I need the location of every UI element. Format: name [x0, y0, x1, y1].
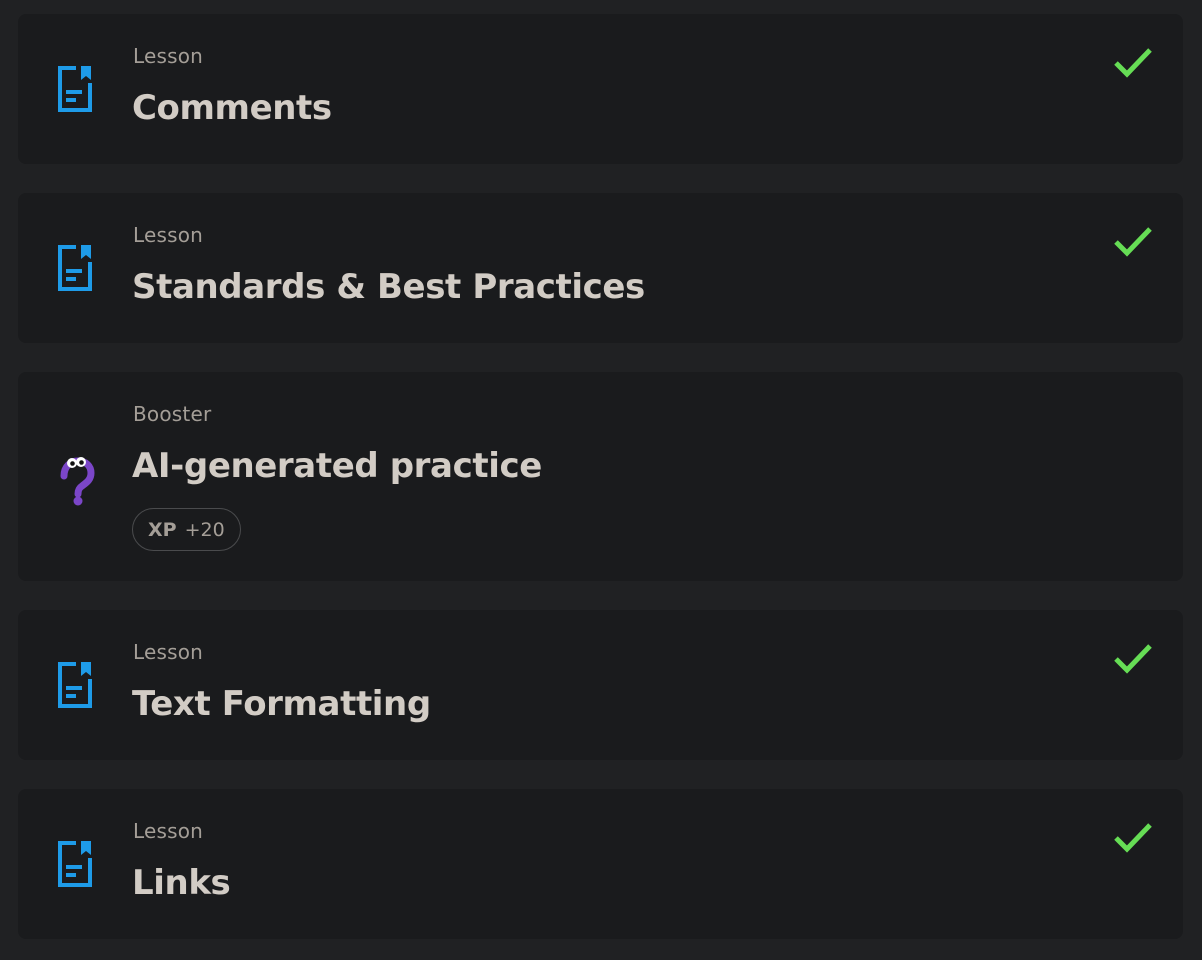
item-title: AI-generated practice — [132, 446, 542, 486]
item-title: Standards & Best Practices — [132, 267, 645, 307]
xp-value: +20 — [184, 518, 225, 541]
checkmark-icon — [1113, 821, 1153, 855]
item-type-label: Lesson — [133, 819, 204, 843]
lesson-card-comments[interactable]: Lesson Comments — [18, 14, 1183, 164]
lesson-document-icon — [56, 65, 96, 113]
xp-label: XP — [148, 518, 177, 541]
lesson-card-standards[interactable]: Lesson Standards & Best Practices — [18, 193, 1183, 343]
checkmark-icon — [1113, 225, 1153, 259]
question-mark-mascot-icon — [56, 454, 96, 506]
xp-reward-badge: XP +20 — [132, 508, 241, 551]
item-type-label: Lesson — [133, 640, 204, 664]
checkmark-icon — [1113, 46, 1153, 80]
item-title: Comments — [132, 88, 332, 128]
lesson-document-icon — [56, 661, 96, 709]
lesson-document-icon — [56, 244, 96, 292]
lesson-document-icon — [56, 840, 96, 888]
item-type-label: Booster — [133, 402, 212, 426]
booster-card-ai-practice[interactable]: Booster AI-generated practice XP +20 — [18, 372, 1183, 581]
lesson-card-text-formatting[interactable]: Lesson Text Formatting — [18, 610, 1183, 760]
item-title: Links — [132, 863, 231, 903]
lesson-list: Lesson Comments Lesson Standards & Best … — [0, 0, 1202, 960]
checkmark-icon — [1113, 642, 1153, 676]
item-title: Text Formatting — [132, 684, 431, 724]
item-type-label: Lesson — [133, 44, 204, 68]
lesson-card-links[interactable]: Lesson Links — [18, 789, 1183, 939]
item-type-label: Lesson — [133, 223, 204, 247]
